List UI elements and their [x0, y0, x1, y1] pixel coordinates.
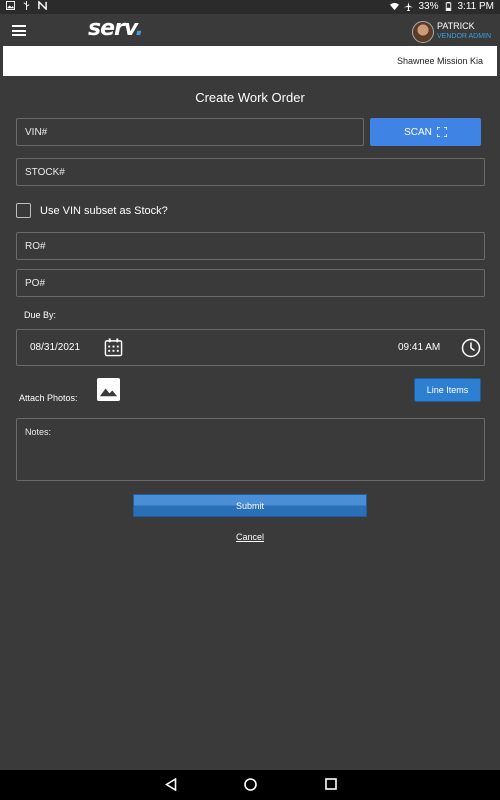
recents-icon[interactable]: [325, 778, 337, 790]
due-by-label: Due By:: [24, 310, 57, 320]
battery-percent: 33%: [418, 1, 439, 12]
n-notification-icon: [38, 1, 47, 10]
clock-time: 3:11 PM: [457, 1, 495, 12]
line-items-button[interactable]: Line Items: [414, 378, 481, 402]
po-field-container: [16, 269, 485, 297]
use-vin-subset-label: Use VIN subset as Stock?: [40, 205, 168, 217]
vin-input[interactable]: [17, 119, 363, 145]
scan-frame-icon: [436, 127, 447, 137]
use-vin-subset-checkbox[interactable]: [16, 203, 31, 218]
ro-field-container: [16, 232, 485, 260]
status-bar: 33% 3:11 PM: [0, 0, 500, 14]
dealer-bar: Shawnee Mission Kia: [3, 46, 497, 76]
battery-icon: [445, 2, 451, 11]
attach-photos-label: Attach Photos:: [19, 393, 78, 403]
serv-logo: serv.: [88, 16, 144, 41]
due-time-value[interactable]: 09:41 AM: [398, 342, 440, 353]
usb-icon: [23, 1, 30, 10]
avatar[interactable]: [412, 21, 434, 43]
po-input[interactable]: [17, 270, 484, 296]
page-title: Create Work Order: [195, 90, 305, 105]
scan-button[interactable]: SCAN: [370, 118, 481, 146]
ro-input[interactable]: [17, 233, 484, 259]
submit-button[interactable]: Submit: [133, 494, 367, 517]
home-icon[interactable]: [244, 778, 257, 791]
back-icon[interactable]: [165, 778, 177, 791]
image-notification-icon: [6, 1, 15, 10]
clock-icon[interactable]: [461, 338, 481, 358]
user-role: VENDOR ADMIN: [437, 33, 492, 40]
stock-input[interactable]: [17, 159, 484, 185]
notes-textarea[interactable]: [17, 419, 484, 480]
image-icon[interactable]: [97, 378, 120, 401]
airplane-icon: [404, 2, 414, 11]
notes-container: [16, 418, 485, 481]
menu-icon[interactable]: [12, 25, 26, 36]
cancel-link[interactable]: Cancel: [0, 532, 500, 542]
android-nav-bar: [0, 770, 500, 800]
calendar-icon[interactable]: [104, 338, 123, 357]
dealer-name: Shawnee Mission Kia: [396, 56, 483, 66]
stock-field-container: [16, 158, 485, 186]
app-header: serv. PATRICK VENDOR ADMIN: [0, 14, 500, 46]
scan-label: SCAN: [404, 126, 432, 138]
due-date-value[interactable]: 08/31/2021: [30, 342, 80, 353]
user-name: PATRICK: [437, 21, 475, 31]
vin-field-container: [16, 118, 364, 146]
wifi-icon: [390, 2, 400, 11]
